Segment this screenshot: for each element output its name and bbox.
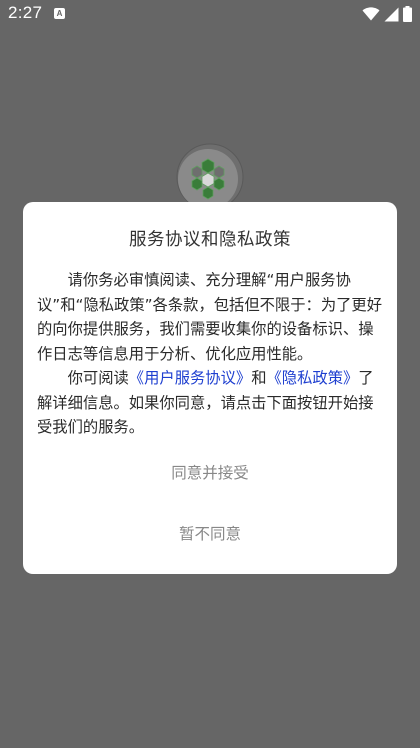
agree-button[interactable]: 同意并接受	[23, 458, 397, 488]
dialog-paragraph-2: 你可阅读《用户服务协议》和《隐私政策》了解详细信息。如果你同意，请点击下面按钮开…	[37, 366, 387, 440]
status-time: 2:27	[8, 3, 43, 22]
dialog-paragraph-1: 请你务必审慎阅读、充分理解“用户服务协议”和“隐私政策”各条款，包括但不限于：为…	[37, 271, 383, 363]
signal-icon	[384, 7, 399, 22]
user-agreement-link[interactable]: 《用户服务协议》	[129, 369, 251, 387]
dialog-body: 请你务必审慎阅读、充分理解“用户服务协议”和“隐私政策”各条款，包括但不限于：为…	[37, 268, 387, 440]
privacy-policy-link[interactable]: 《隐私政策》	[267, 369, 359, 387]
dialog-title: 服务协议和隐私政策	[129, 230, 291, 250]
disagree-button[interactable]: 暂不同意	[23, 519, 397, 549]
paragraph-2-and: 和	[251, 369, 267, 387]
app-logo-icon	[176, 143, 244, 211]
privacy-dialog: 服务协议和隐私政策 请你务必审慎阅读、充分理解“用户服务协议”和“隐私政策”各条…	[23, 202, 397, 574]
notification-a-icon: A	[54, 8, 65, 19]
status-icons	[362, 5, 412, 23]
paragraph-2-prefix: 你可阅读	[67, 369, 129, 387]
wifi-icon	[362, 7, 380, 21]
battery-icon	[403, 6, 412, 22]
status-bar: 2:27 A	[0, 0, 420, 28]
